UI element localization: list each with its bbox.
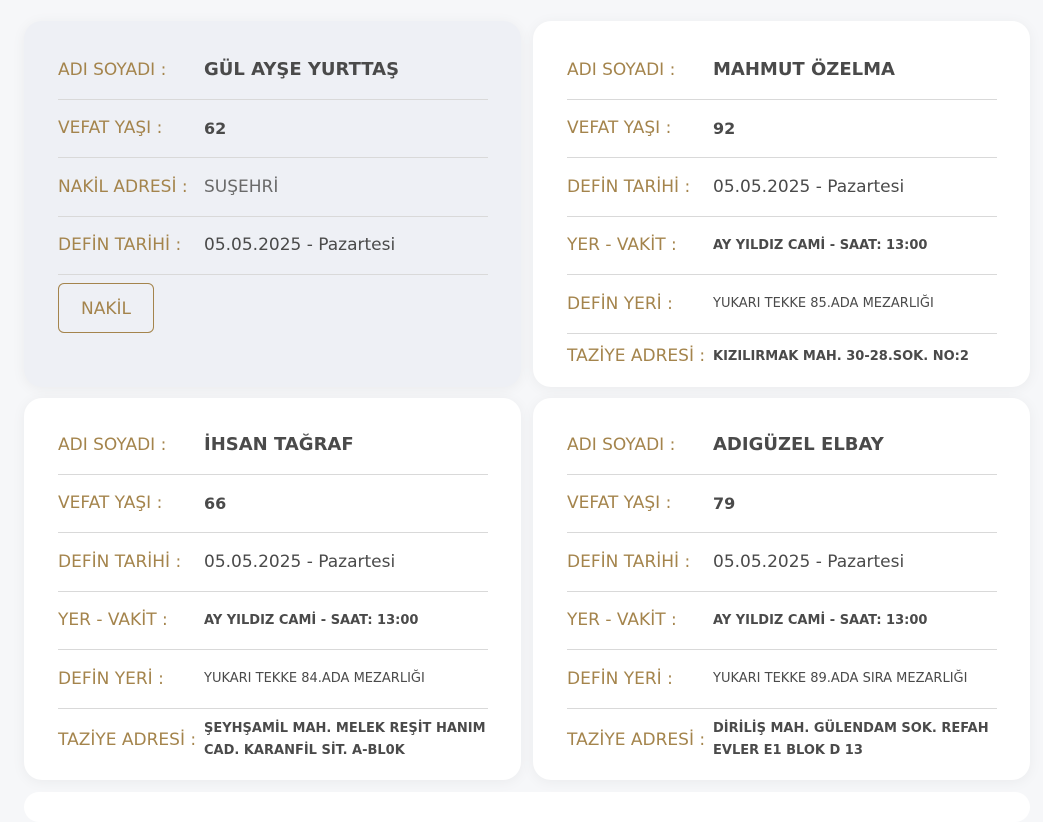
burial-date-value: 05.05.2025 - Pazartesi	[713, 176, 905, 197]
name-label: ADI SOYADI :	[567, 434, 676, 455]
burial-date-value: 05.05.2025 - Pazartesi	[713, 551, 905, 572]
age-row: VEFAT YAŞI : 79	[567, 475, 997, 533]
condolence-value: DİRİLİŞ MAH. GÜLENDAM SOK. REFAH EVLER E…	[713, 720, 989, 758]
burial-date-row: DEFİN TARİHİ : 05.05.2025 - Pazartesi	[58, 217, 488, 275]
burial-place-value: YUKARI TEKKE 84.ADA MEZARLIĞI	[204, 671, 425, 687]
condolence-label: TAZİYE ADRESİ :	[58, 729, 197, 750]
condolence-value: KIZILIRMAK MAH. 30-28.SOK. NO:2	[713, 348, 969, 364]
condolence-row: TAZİYE ADRESİ : KIZILIRMAK MAH. 30-28.SO…	[567, 334, 997, 379]
burial-date-label: DEFİN TARİHİ :	[58, 551, 182, 572]
burial-date-label: DEFİN TARİHİ :	[58, 235, 182, 256]
age-value: 92	[713, 118, 736, 138]
burial-date-row: DEFİN TARİHİ : 05.05.2025 - Pazartesi	[567, 533, 997, 592]
age-value: 79	[713, 493, 736, 513]
condolence-row: TAZİYE ADRESİ : ŞEYHŞAMİL MAH. MELEK REŞ…	[58, 709, 488, 771]
name-row: ADI SOYADI : GÜL AYŞE YURTTAŞ	[58, 41, 488, 100]
obituary-card: ADI SOYADI : İHSAN TAĞRAF VEFAT YAŞI : 6…	[24, 398, 521, 780]
age-row: VEFAT YAŞI : 62	[58, 100, 488, 158]
next-card-edge	[24, 792, 1030, 822]
name-label: ADI SOYADI :	[58, 59, 167, 80]
age-label: VEFAT YAŞI :	[567, 493, 672, 514]
age-row: VEFAT YAŞI : 92	[567, 100, 997, 158]
burial-place-row: DEFİN YERİ : YUKARI TEKKE 84.ADA MEZARLI…	[58, 650, 488, 709]
place-time-label: YER - VAKİT :	[567, 235, 677, 256]
burial-place-value: YUKARI TEKKE 89.ADA SIRA MEZARLIĞI	[713, 671, 968, 687]
name-label: ADI SOYADI :	[58, 434, 167, 455]
burial-place-label: DEFİN YERİ :	[567, 293, 673, 314]
age-value: 66	[204, 493, 227, 513]
place-time-row: YER - VAKİT : AY YILDIZ CAMİ - SAAT: 13:…	[567, 217, 997, 275]
burial-date-value: 05.05.2025 - Pazartesi	[204, 551, 396, 572]
place-time-value: AY YILDIZ CAMİ - SAAT: 13:00	[204, 612, 419, 628]
transfer-label: NAKİL ADRESİ :	[58, 176, 188, 197]
obituary-card: ADI SOYADI : GÜL AYŞE YURTTAŞ VEFAT YAŞI…	[24, 21, 521, 387]
age-value: 62	[204, 118, 227, 138]
burial-date-label: DEFİN TARİHİ :	[567, 551, 691, 572]
burial-place-row: DEFİN YERİ : YUKARI TEKKE 85.ADA MEZARLI…	[567, 275, 997, 334]
condolence-label: TAZİYE ADRESİ :	[567, 729, 706, 750]
place-time-row: YER - VAKİT : AY YILDIZ CAMİ - SAAT: 13:…	[567, 592, 997, 650]
name-row: ADI SOYADI : MAHMUT ÖZELMA	[567, 41, 997, 100]
age-label: VEFAT YAŞI :	[58, 118, 163, 139]
burial-place-label: DEFİN YERİ :	[58, 668, 164, 689]
deceased-name: GÜL AYŞE YURTTAŞ	[204, 59, 400, 81]
place-time-value: AY YILDIZ CAMİ - SAAT: 13:00	[713, 612, 928, 628]
deceased-name: İHSAN TAĞRAF	[204, 434, 354, 456]
place-time-row: YER - VAKİT : AY YILDIZ CAMİ - SAAT: 13:…	[58, 592, 488, 650]
condolence-row: TAZİYE ADRESİ : DİRİLİŞ MAH. GÜLENDAM SO…	[567, 709, 997, 771]
place-time-label: YER - VAKİT :	[567, 610, 677, 631]
name-row: ADI SOYADI : İHSAN TAĞRAF	[58, 416, 488, 475]
burial-date-value: 05.05.2025 - Pazartesi	[204, 235, 396, 256]
place-time-value: AY YILDIZ CAMİ - SAAT: 13:00	[713, 237, 928, 253]
burial-place-row: DEFİN YERİ : YUKARI TEKKE 89.ADA SIRA ME…	[567, 650, 997, 709]
condolence-value: ŞEYHŞAMİL MAH. MELEK REŞİT HANIM CAD. KA…	[204, 720, 486, 758]
transfer-button[interactable]: NAKİL	[58, 283, 154, 333]
deceased-name: MAHMUT ÖZELMA	[713, 59, 895, 81]
obituary-card: ADI SOYADI : ADIGÜZEL ELBAY VEFAT YAŞI :…	[533, 398, 1030, 780]
burial-date-label: DEFİN TARİHİ :	[567, 176, 691, 197]
age-label: VEFAT YAŞI :	[58, 493, 163, 514]
burial-place-label: DEFİN YERİ :	[567, 668, 673, 689]
obituary-card: ADI SOYADI : MAHMUT ÖZELMA VEFAT YAŞI : …	[533, 21, 1030, 387]
name-row: ADI SOYADI : ADIGÜZEL ELBAY	[567, 416, 997, 475]
transfer-value: SUŞEHRİ	[204, 176, 279, 197]
deceased-name: ADIGÜZEL ELBAY	[713, 434, 884, 456]
name-label: ADI SOYADI :	[567, 59, 676, 80]
place-time-label: YER - VAKİT :	[58, 610, 168, 631]
age-row: VEFAT YAŞI : 66	[58, 475, 488, 533]
burial-date-row: DEFİN TARİHİ : 05.05.2025 - Pazartesi	[567, 158, 997, 217]
burial-date-row: DEFİN TARİHİ : 05.05.2025 - Pazartesi	[58, 533, 488, 592]
transfer-row: NAKİL ADRESİ : SUŞEHRİ	[58, 158, 488, 217]
condolence-label: TAZİYE ADRESİ :	[567, 346, 706, 366]
age-label: VEFAT YAŞI :	[567, 118, 672, 139]
burial-place-value: YUKARI TEKKE 85.ADA MEZARLIĞI	[713, 296, 934, 312]
